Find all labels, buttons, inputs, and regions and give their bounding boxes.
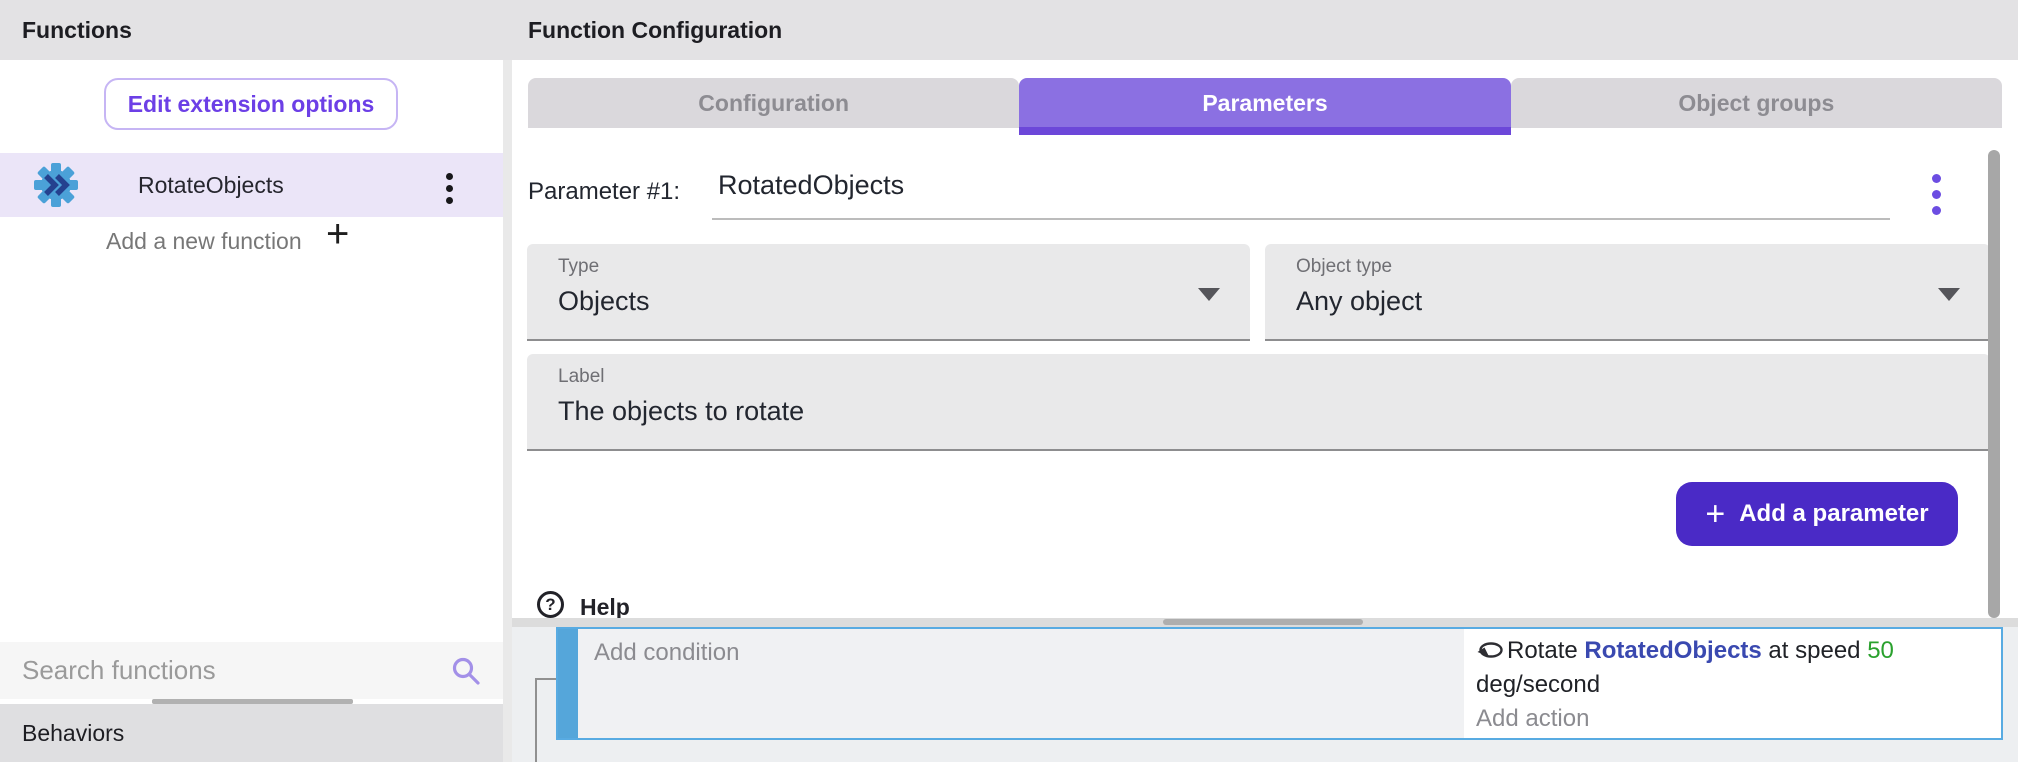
top-header: Functions Function Configuration	[0, 0, 2018, 60]
panel-divider	[503, 60, 512, 762]
parameter-name-underline	[712, 218, 1890, 220]
chevron-down-icon	[1198, 288, 1220, 301]
subevent-connector-line	[537, 678, 556, 680]
action-text-prefix: Rotate	[1507, 637, 1584, 664]
action-text-middle: at speed	[1762, 637, 1867, 664]
tab-object-groups[interactable]: Object groups	[1511, 78, 2002, 128]
parameter-name-input[interactable]: RotatedObjects	[718, 170, 904, 201]
chevron-down-icon	[1938, 288, 1960, 301]
gdevelop-extension-editor: Functions Function Configuration Edit ex…	[0, 0, 2018, 762]
label-field-label: Label	[558, 366, 605, 388]
events-sheet-panel: Add condition Rotate RotatedObjects at s…	[512, 618, 2018, 762]
function-configuration-title: Function Configuration	[528, 0, 782, 60]
object-type-dropdown-label: Object type	[1296, 256, 1392, 278]
action-object-name: RotatedObjects	[1584, 637, 1761, 664]
events-horizontal-scrollbar[interactable]	[1163, 619, 1363, 625]
object-type-dropdown[interactable]: Object type Any object	[1265, 244, 1990, 341]
help-question-icon[interactable]: ?	[537, 591, 564, 618]
edit-extension-options-button[interactable]: Edit extension options	[104, 78, 398, 130]
type-dropdown[interactable]: Type Objects	[527, 244, 1250, 341]
function-gear-icon	[32, 161, 80, 209]
add-parameter-label: Add a parameter	[1739, 500, 1928, 528]
functions-panel-title: Functions	[22, 0, 132, 60]
right-panel-scrollbar[interactable]	[1988, 150, 2000, 618]
parameter-row-label: Parameter #1:	[528, 178, 680, 206]
help-label[interactable]: Help	[580, 594, 630, 621]
add-parameter-button[interactable]: + Add a parameter	[1676, 482, 1958, 546]
function-list-item-rotateobjects[interactable]: RotateObjects	[0, 153, 503, 217]
rotate-icon	[1476, 641, 1504, 661]
add-function-plus-icon[interactable]: +	[326, 212, 349, 257]
event-drag-handle[interactable]	[558, 629, 578, 738]
event-row[interactable]: Add condition Rotate RotatedObjects at s…	[556, 627, 2003, 740]
function-options-kebab-icon[interactable]	[446, 170, 453, 206]
label-field-value: The objects to rotate	[558, 396, 804, 427]
search-icon[interactable]	[450, 655, 482, 687]
plus-icon: +	[1705, 497, 1725, 531]
tab-parameters[interactable]: Parameters	[1019, 78, 1510, 135]
behaviors-title: Behaviors	[22, 704, 124, 762]
type-dropdown-value: Objects	[558, 286, 650, 317]
add-new-function-label[interactable]: Add a new function	[106, 228, 302, 255]
add-action-link[interactable]: Add action	[1476, 702, 1989, 736]
label-text-field[interactable]: Label The objects to rotate	[527, 354, 1990, 451]
subevent-connector-line	[535, 678, 537, 762]
action-text-suffix: deg/second	[1476, 671, 1600, 698]
function-name-label: RotateObjects	[138, 153, 284, 217]
event-conditions-area[interactable]: Add condition	[578, 629, 1464, 738]
behaviors-section-header[interactable]: Behaviors	[0, 704, 503, 762]
add-condition-link[interactable]: Add condition	[594, 639, 739, 666]
search-functions-field[interactable]: Search functions	[0, 642, 503, 699]
tab-configuration[interactable]: Configuration	[528, 78, 1019, 128]
parameter-options-kebab-icon[interactable]	[1932, 170, 1941, 218]
event-actions-area: Rotate RotatedObjects at speed 50 deg/se…	[1464, 629, 2001, 738]
search-placeholder: Search functions	[22, 642, 216, 699]
action-speed-value: 50	[1867, 637, 1894, 664]
type-dropdown-label: Type	[558, 256, 599, 278]
action-rotate-objects[interactable]: Rotate RotatedObjects at speed 50 deg/se…	[1476, 634, 1989, 702]
configuration-tabs: Configuration Parameters Object groups	[528, 78, 2002, 135]
object-type-dropdown-value: Any object	[1296, 286, 1422, 317]
